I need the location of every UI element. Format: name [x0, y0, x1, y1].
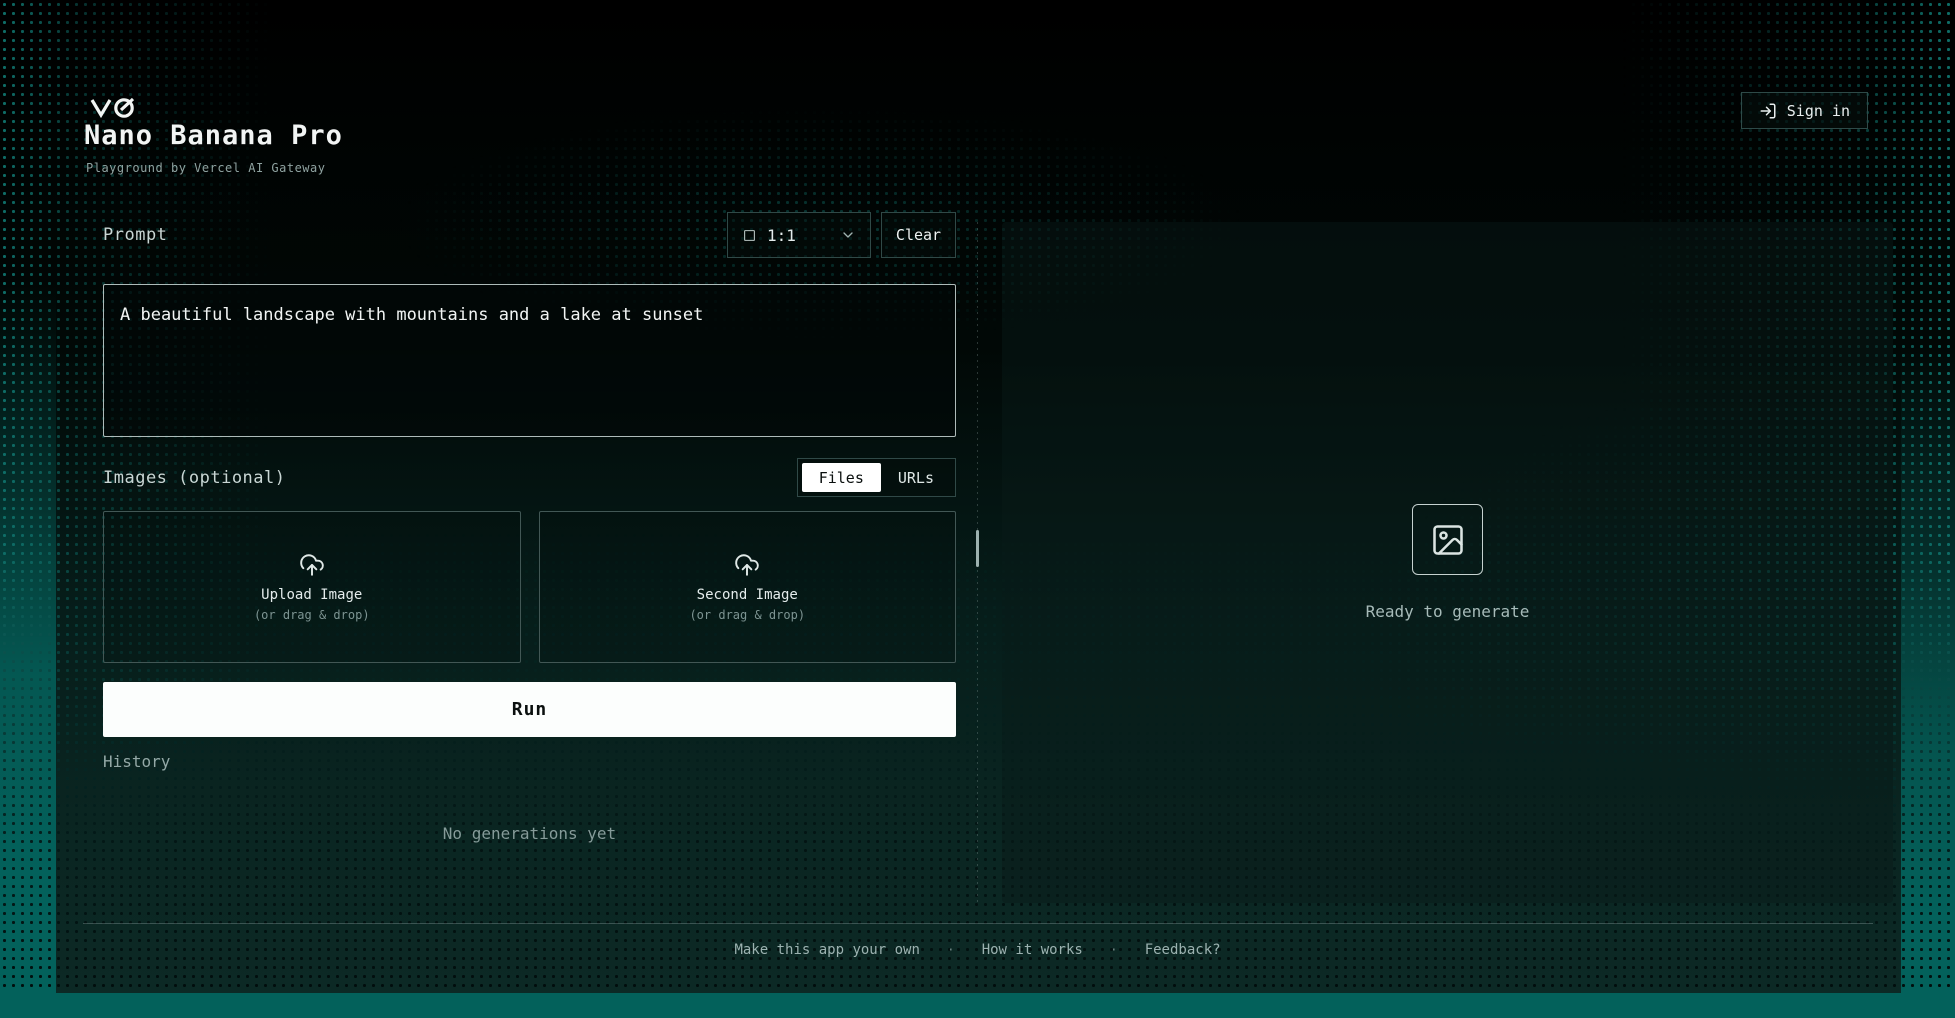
footer: Make this app your own · How it works · … — [0, 942, 1955, 958]
prompt-header-row: Prompt 1:1 Clear — [103, 212, 956, 258]
prompt-input[interactable]: A beautiful landscape with mountains and… — [103, 284, 956, 437]
aspect-ratio-select[interactable]: 1:1 — [727, 212, 871, 258]
result-status-text: Ready to generate — [1366, 602, 1530, 621]
sign-in-button[interactable]: Sign in — [1741, 92, 1868, 129]
aspect-ratio-value: 1:1 — [767, 226, 796, 245]
cloud-upload-icon — [734, 552, 760, 578]
image-source-toggle: Files URLs — [797, 458, 956, 497]
log-in-icon — [1759, 102, 1777, 120]
upload-title: Second Image — [697, 587, 798, 603]
v0-logo — [90, 97, 136, 119]
result-icon-frame — [1412, 504, 1483, 575]
pane-resize-handle[interactable] — [976, 530, 979, 567]
footer-link-how-it-works[interactable]: How it works — [982, 942, 1083, 958]
upload-row: Upload Image (or drag & drop) Second Ima… — [103, 511, 956, 663]
upload-image-dropzone[interactable]: Upload Image (or drag & drop) — [103, 511, 521, 663]
background-teal-right-column — [1901, 0, 1955, 1018]
run-button[interactable]: Run — [103, 682, 956, 737]
prompt-label: Prompt — [103, 225, 727, 245]
footer-link-make-your-own[interactable]: Make this app your own — [734, 942, 919, 958]
clear-button[interactable]: Clear — [881, 212, 956, 258]
bottom-teal-bar — [0, 993, 1955, 1018]
tab-files[interactable]: Files — [802, 463, 881, 492]
prompt-panel: Prompt 1:1 Clear A beautiful landscape w… — [103, 212, 956, 912]
upload-hint: (or drag & drop) — [254, 608, 370, 622]
footer-divider — [83, 923, 1873, 924]
footer-separator: · — [1110, 943, 1118, 958]
history-empty-text: No generations yet — [103, 824, 956, 843]
footer-link-feedback[interactable]: Feedback? — [1145, 942, 1221, 958]
upload-hint: (or drag & drop) — [689, 608, 805, 622]
page-subtitle: Playground by Vercel AI Gateway — [86, 161, 325, 175]
sign-in-label: Sign in — [1787, 102, 1850, 120]
cloud-upload-icon — [299, 552, 325, 578]
image-placeholder-icon — [1430, 522, 1466, 558]
second-image-dropzone[interactable]: Second Image (or drag & drop) — [539, 511, 957, 663]
page-title: Nano Banana Pro — [84, 120, 343, 151]
upload-title: Upload Image — [261, 587, 362, 603]
footer-separator: · — [947, 943, 955, 958]
history-label: History — [103, 752, 170, 771]
square-icon — [743, 229, 756, 242]
background-teal-left-column — [0, 0, 56, 1018]
tab-urls[interactable]: URLs — [881, 463, 951, 492]
images-label: Images (optional) — [103, 468, 797, 488]
chevron-down-icon — [840, 227, 856, 243]
result-panel: Ready to generate — [1002, 222, 1893, 903]
images-header-row: Images (optional) Files URLs — [103, 458, 956, 497]
